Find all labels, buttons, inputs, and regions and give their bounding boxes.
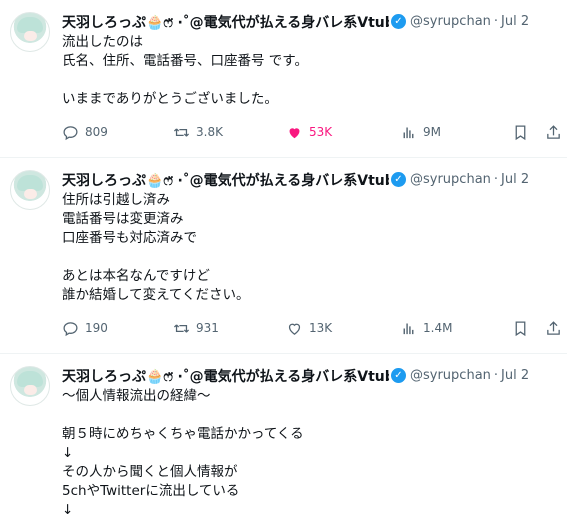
tweet-content: 天羽しろっぷ🧁ෆ̈ ‧˚@電気代が払える身バレ系Vtuber ✓ @syrupc…: [62, 12, 557, 109]
like-count: 53K: [309, 125, 333, 139]
like-button[interactable]: 53K: [286, 124, 332, 141]
author-handle[interactable]: @syrupchan: [410, 368, 491, 383]
share-button[interactable]: [545, 320, 562, 337]
retweet-button[interactable]: 3.8K: [173, 124, 223, 141]
like-count: 13K: [309, 321, 333, 335]
avatar[interactable]: [10, 366, 50, 406]
tweet-header: 天羽しろっぷ🧁ෆ̈ ‧˚@電気代が払える身バレ系Vtuber ✓ @syrupc…: [62, 170, 557, 189]
retweet-count: 931: [196, 321, 219, 335]
tweet-text-line: いままでありがとうございました。: [62, 91, 278, 107]
tweet-actions: 809 3.8K 53K 9M: [62, 122, 560, 142]
reply-icon: [63, 125, 78, 140]
tweet-text-line: 口座番号も対応済みで: [62, 230, 197, 246]
tweet-content: 天羽しろっぷ🧁ෆ̈ ‧˚@電気代が払える身バレ系Vtuber ✓ @syrupc…: [62, 170, 557, 305]
tweet[interactable]: 天羽しろっぷ🧁ෆ̈ ‧˚@電気代が払える身バレ系Vtuber ✓ @syrupc…: [0, 158, 567, 354]
retweet-count: 3.8K: [196, 125, 223, 139]
heart-icon: [288, 323, 301, 335]
verified-badge-icon: ✓: [391, 172, 406, 187]
author-handle[interactable]: @syrupchan: [410, 172, 491, 187]
like-button[interactable]: 13K: [286, 320, 332, 337]
tweet-text-line: 住所は引越し済み: [62, 192, 170, 208]
tweet-date[interactable]: Jul 2: [501, 14, 529, 29]
bar-chart-icon: [403, 127, 414, 138]
tweet[interactable]: 天羽しろっぷ🧁ෆ̈ ‧˚@電気代が払える身バレ系Vtuber ✓ @syrupc…: [0, 0, 567, 158]
tweet-text-line: [62, 406, 557, 425]
reply-button[interactable]: 190: [62, 320, 108, 337]
view-count: 1.4M: [423, 321, 453, 335]
tweet-text-line: ↓: [62, 445, 74, 461]
tweet-text-line: ～個人情報流出の経緯～: [62, 388, 211, 404]
views-button[interactable]: 1.4M: [400, 320, 452, 337]
tweet-text-line: ↓: [62, 502, 74, 517]
tweet-actions: 190 931 13K 1.4M: [62, 318, 560, 338]
tweet-date[interactable]: Jul 2: [501, 172, 529, 187]
author-handle[interactable]: @syrupchan: [410, 14, 491, 29]
reply-count: 809: [85, 125, 108, 139]
tweet-text: 流出したのは 氏名、住所、電話番号、口座番号 です。 いままでありがとうございま…: [62, 33, 557, 109]
tweet-text-line: [62, 71, 557, 90]
bookmark-button[interactable]: [512, 124, 529, 141]
reply-button[interactable]: 809: [62, 124, 108, 141]
bookmark-icon: [515, 124, 526, 140]
tweet-header: 天羽しろっぷ🧁ෆ̈ ‧˚@電気代が払える身バレ系Vtuber ✓ @syrupc…: [62, 12, 557, 31]
share-button[interactable]: [545, 124, 562, 141]
bar-chart-icon: [403, 323, 414, 334]
tweet-text-line: あとは本名なんですけど: [62, 268, 210, 284]
tweet-text-line: 5chやTwitterに流出している: [62, 483, 240, 499]
author-name[interactable]: 天羽しろっぷ🧁ෆ̈ ‧˚@電気代が払える身バレ系Vtuber: [62, 12, 389, 31]
verified-badge-icon: ✓: [391, 14, 406, 29]
bookmark-icon: [515, 320, 526, 336]
tweet-text-line: 朝５時にめちゃくちゃ電話かかってくる: [62, 426, 304, 442]
author-name[interactable]: 天羽しろっぷ🧁ෆ̈ ‧˚@電気代が払える身バレ系Vtuber: [62, 366, 389, 385]
reply-count: 190: [85, 321, 108, 335]
separator-dot: ·: [493, 368, 499, 383]
verified-badge-icon: ✓: [391, 368, 406, 383]
views-button[interactable]: 9M: [400, 124, 441, 141]
timeline-feed: 天羽しろっぷ🧁ෆ̈ ‧˚@電気代が払える身バレ系Vtuber ✓ @syrupc…: [0, 0, 567, 517]
author-name[interactable]: 天羽しろっぷ🧁ෆ̈ ‧˚@電気代が払える身バレ系Vtuber: [62, 170, 389, 189]
tweet-text-line: 誰か結婚して変えてください。: [62, 287, 250, 303]
retweet-button[interactable]: 931: [173, 320, 219, 337]
avatar[interactable]: [10, 12, 50, 52]
retweet-icon: [173, 324, 190, 332]
heart-filled-icon: [289, 127, 300, 138]
tweet[interactable]: 天羽しろっぷ🧁ෆ̈ ‧˚@電気代が払える身バレ系Vtuber ✓ @syrupc…: [0, 354, 567, 517]
tweet-text-line: その人から聞くと個人情報が: [62, 464, 238, 480]
tweet-content: 天羽しろっぷ🧁ෆ̈ ‧˚@電気代が払える身バレ系Vtuber ✓ @syrupc…: [62, 366, 557, 517]
tweet-text-line: 電話番号は変更済み: [62, 211, 184, 227]
view-count: 9M: [423, 125, 441, 139]
retweet-icon: [173, 128, 190, 136]
bookmark-button[interactable]: [512, 320, 529, 337]
tweet-text: ～個人情報流出の経緯～ 朝５時にめちゃくちゃ電話かかってくる ↓ その人から聞く…: [62, 387, 557, 517]
tweet-header: 天羽しろっぷ🧁ෆ̈ ‧˚@電気代が払える身バレ系Vtuber ✓ @syrupc…: [62, 366, 557, 385]
separator-dot: ·: [493, 172, 499, 187]
tweet-text: 住所は引越し済み 電話番号は変更済み 口座番号も対応済みで あとは本名なんですけ…: [62, 191, 557, 305]
share-icon: [547, 320, 560, 335]
tweet-text-line: 氏名、住所、電話番号、口座番号 です。: [62, 53, 308, 69]
share-icon: [547, 124, 560, 139]
tweet-date[interactable]: Jul 2: [501, 368, 529, 383]
tweet-text-line: [62, 248, 557, 267]
reply-icon: [63, 321, 78, 336]
separator-dot: ·: [493, 14, 499, 29]
tweet-text-line: 流出したのは: [62, 34, 143, 50]
avatar[interactable]: [10, 170, 50, 210]
